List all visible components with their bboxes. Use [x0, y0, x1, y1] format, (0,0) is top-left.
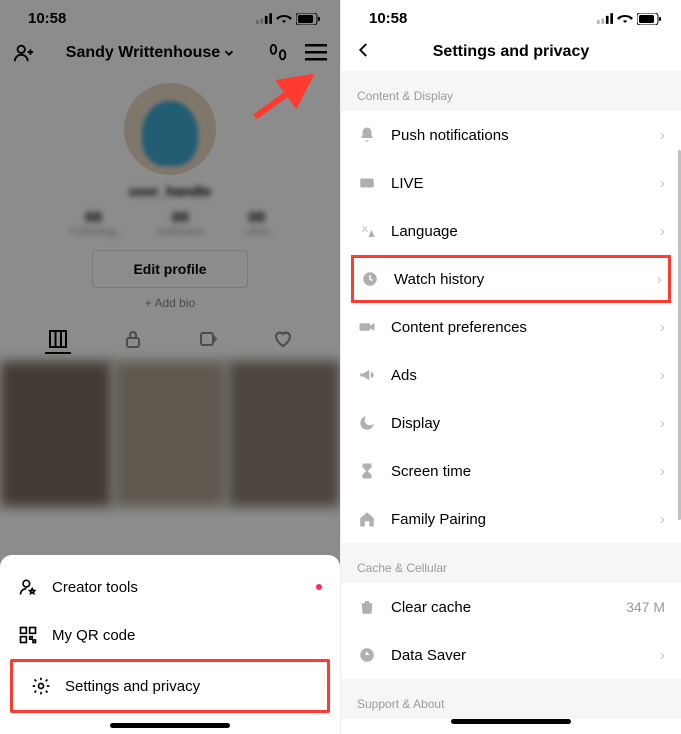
- chevron-right-icon: ›: [660, 415, 665, 432]
- tab-private[interactable]: [120, 330, 146, 354]
- chevron-right-icon: ›: [660, 175, 665, 192]
- menu-sheet: Creator tools My QR code Settings and pr…: [0, 555, 340, 734]
- chevron-down-icon: [222, 46, 236, 60]
- chevron-right-icon: ›: [660, 319, 665, 336]
- edit-profile-button[interactable]: Edit profile: [92, 250, 247, 288]
- megaphone-icon: [357, 366, 377, 384]
- avatar[interactable]: [124, 83, 216, 175]
- section-support-about: Support & About: [341, 679, 681, 719]
- live-icon: [357, 174, 377, 192]
- status-icons: [256, 13, 320, 25]
- cache-size: 347 M: [626, 599, 665, 615]
- sheet-label: My QR code: [52, 627, 135, 644]
- sheet-qr-code[interactable]: My QR code: [0, 611, 340, 659]
- gear-icon: [31, 676, 51, 696]
- add-user-icon[interactable]: [12, 41, 36, 65]
- chevron-right-icon: ›: [657, 271, 662, 288]
- video-icon: [357, 318, 377, 336]
- video-thumbnail[interactable]: [228, 361, 340, 507]
- tab-reposts[interactable]: [195, 330, 221, 354]
- battery-icon: [637, 13, 661, 25]
- hourglass-icon: [357, 462, 377, 480]
- row-label: Content preferences: [391, 319, 527, 336]
- sheet-label: Settings and privacy: [65, 678, 200, 695]
- status-bar: 10:58: [341, 0, 681, 33]
- chevron-right-icon: ›: [660, 367, 665, 384]
- stats: 00Following 00Followers 00Likes: [70, 209, 269, 238]
- data-saver-icon: [357, 646, 377, 664]
- chevron-right-icon: ›: [660, 127, 665, 144]
- sheet-label: Creator tools: [52, 579, 138, 596]
- home-indicator: [451, 719, 571, 724]
- content-tabs: [0, 330, 340, 361]
- row-ads[interactable]: Ads ›: [341, 351, 681, 399]
- home-indicator: [110, 723, 230, 728]
- home-icon: [357, 510, 377, 528]
- status-time: 10:58: [28, 10, 66, 27]
- row-clear-cache[interactable]: Clear cache 347 M: [341, 583, 681, 631]
- row-screen-time[interactable]: Screen time ›: [341, 447, 681, 495]
- row-label: Family Pairing: [391, 511, 486, 528]
- moon-icon: [357, 414, 377, 432]
- qr-icon: [18, 625, 38, 645]
- footsteps-icon[interactable]: [266, 41, 290, 65]
- chevron-right-icon: ›: [660, 647, 665, 664]
- row-label: Watch history: [394, 271, 484, 288]
- row-live[interactable]: LIVE ›: [341, 159, 681, 207]
- add-bio-button[interactable]: + Add bio: [145, 296, 195, 310]
- chevron-right-icon: ›: [660, 463, 665, 480]
- clock-icon: [360, 270, 380, 288]
- section-content-display: Content & Display: [341, 71, 681, 111]
- sheet-settings-privacy[interactable]: Settings and privacy: [10, 659, 330, 713]
- signal-icon: [256, 13, 272, 24]
- status-icons: [597, 13, 661, 25]
- profile-header: Sandy Writtenhouse: [0, 33, 340, 73]
- row-label: Push notifications: [391, 127, 509, 144]
- profile-name-dropdown[interactable]: Sandy Writtenhouse: [66, 44, 236, 62]
- status-time: 10:58: [369, 10, 407, 27]
- row-family-pairing[interactable]: Family Pairing ›: [341, 495, 681, 543]
- sheet-creator-tools[interactable]: Creator tools: [0, 563, 340, 611]
- profile-info: user_handle 00Following 00Followers 00Li…: [0, 73, 340, 316]
- hamburger-menu-icon[interactable]: [304, 41, 328, 65]
- row-content-preferences[interactable]: Content preferences ›: [341, 303, 681, 351]
- status-bar: 10:58: [0, 0, 340, 33]
- video-thumbnail[interactable]: [0, 361, 112, 507]
- wifi-icon: [617, 13, 633, 25]
- section-cache-cellular: Cache & Cellular: [341, 543, 681, 583]
- trash-icon: [357, 598, 377, 616]
- tab-liked[interactable]: [270, 330, 296, 354]
- row-label: Screen time: [391, 463, 471, 480]
- row-push-notifications[interactable]: Push notifications ›: [341, 111, 681, 159]
- row-display[interactable]: Display ›: [341, 399, 681, 447]
- chevron-left-icon: [355, 41, 373, 59]
- row-label: LIVE: [391, 175, 424, 192]
- chevron-right-icon: ›: [660, 223, 665, 240]
- language-icon: [357, 222, 377, 240]
- row-label: Ads: [391, 367, 417, 384]
- chevron-right-icon: ›: [660, 511, 665, 528]
- notification-dot: [316, 584, 322, 590]
- username: user_handle: [129, 183, 211, 199]
- row-watch-history[interactable]: Watch history ›: [351, 255, 671, 303]
- tab-grid[interactable]: [45, 330, 71, 354]
- video-thumbnail[interactable]: [114, 361, 226, 507]
- signal-icon: [597, 13, 613, 24]
- row-label: Display: [391, 415, 440, 432]
- page-title: Settings and privacy: [433, 43, 590, 61]
- settings-screen: 10:58 Settings and privacy Content & Dis…: [341, 0, 681, 734]
- row-data-saver[interactable]: Data Saver ›: [341, 631, 681, 679]
- video-grid: [0, 361, 340, 507]
- person-star-icon: [18, 577, 38, 597]
- settings-header: Settings and privacy: [341, 33, 681, 71]
- row-label: Data Saver: [391, 647, 466, 664]
- bell-icon: [357, 126, 377, 144]
- row-language[interactable]: Language ›: [341, 207, 681, 255]
- row-label: Clear cache: [391, 599, 471, 616]
- wifi-icon: [276, 13, 292, 25]
- battery-icon: [296, 13, 320, 25]
- row-label: Language: [391, 223, 458, 240]
- back-button[interactable]: [355, 41, 373, 64]
- profile-screen: 10:58 Sandy Writtenhouse user_handle 00: [0, 0, 341, 734]
